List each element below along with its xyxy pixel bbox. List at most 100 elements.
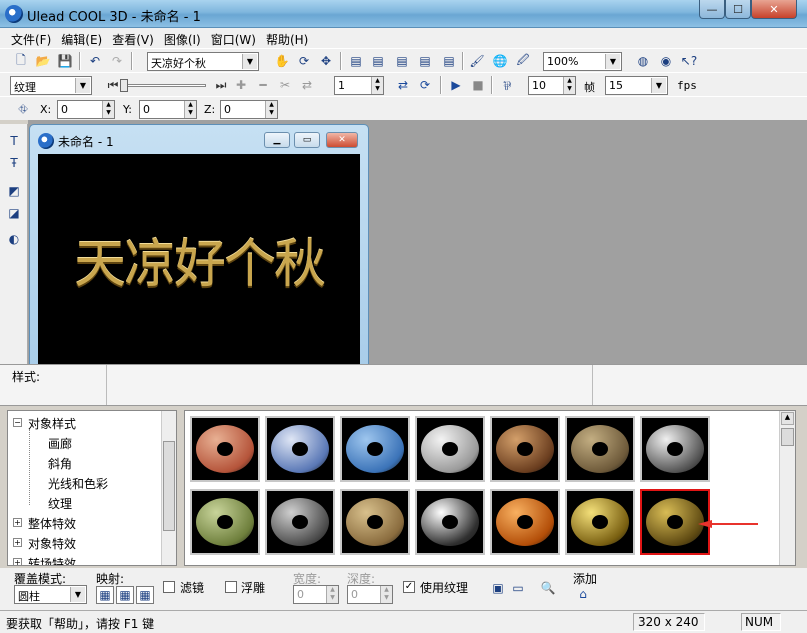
timeline-slider[interactable] xyxy=(120,79,206,93)
chevron-down-icon[interactable]: ▼ xyxy=(651,78,666,93)
insert-text-icon[interactable]: T xyxy=(5,132,23,150)
attribute-select[interactable]: 纹理 ▼ xyxy=(10,76,92,95)
help-pointer-icon[interactable]: ↖? xyxy=(680,52,698,70)
texture-thumbnail-wood-bark[interactable] xyxy=(490,416,560,482)
tree-node-texture[interactable]: 纹理 xyxy=(48,495,72,512)
gallery-scrollbar[interactable]: ▲ xyxy=(779,411,795,565)
tree-node-global-effects[interactable]: 整体特效 xyxy=(28,515,76,532)
chevron-down-icon[interactable]: ▼ xyxy=(242,54,257,69)
rotate-tool-icon[interactable]: ⟳ xyxy=(295,52,313,70)
filter-checkbox[interactable] xyxy=(163,581,175,593)
texture-thumbnail-silver[interactable] xyxy=(415,489,485,555)
align-left-icon[interactable]: ▤ xyxy=(347,52,365,70)
add-keyframe-icon[interactable]: ✚ xyxy=(232,76,250,94)
chevron-down-icon[interactable]: ▼ xyxy=(605,54,620,69)
minimize-button[interactable]: — xyxy=(699,0,725,19)
undo-icon[interactable]: ↶ xyxy=(86,52,104,70)
gallery-scrollbar-thumb[interactable] xyxy=(781,428,794,446)
texture-thumbnail-brick[interactable] xyxy=(190,416,260,482)
loop-icon[interactable]: ⇄ xyxy=(394,76,412,94)
depth-input[interactable]: 0 ▲ ▼ xyxy=(347,585,393,604)
menu-help[interactable]: 帮助(H) xyxy=(261,28,313,48)
maximize-button[interactable]: ☐ xyxy=(725,0,751,19)
texture-thumbnail-sand[interactable] xyxy=(340,489,410,555)
tree-node-transition-effects[interactable]: 转场特效 xyxy=(28,555,76,565)
menu-file[interactable]: 文件(F) xyxy=(6,28,56,48)
texture-thumbnail-gold[interactable] xyxy=(565,489,635,555)
texture-thumbnail-blue-circuit[interactable] xyxy=(265,416,335,482)
texture-thumbnail-marble[interactable] xyxy=(640,416,710,482)
last-keyframe-icon[interactable]: ⏭ xyxy=(212,76,230,94)
text-object-select[interactable]: 天凉好个秋 ▼ xyxy=(147,52,259,71)
document-window[interactable]: 未命名 - 1 ▁ ▭ ✕ 天凉好个秋 xyxy=(29,124,369,366)
ie-export-icon[interactable]: ◉ xyxy=(657,52,675,70)
position-tool-icon[interactable]: ⛗ xyxy=(14,100,32,118)
menu-edit[interactable]: 编辑(E) xyxy=(56,28,107,48)
fps-select[interactable]: 15 ▼ xyxy=(605,76,668,95)
use-texture-checkbox[interactable]: ✓ xyxy=(403,581,415,593)
texture-thumbnail-white-brick[interactable] xyxy=(415,416,485,482)
texture-thumbnail-stone[interactable] xyxy=(565,416,635,482)
align-bottom-icon[interactable]: ▤ xyxy=(440,52,458,70)
spin-arrows-icon[interactable]: ▲ ▼ xyxy=(563,77,575,94)
mapping-tile-icon[interactable]: ▦ xyxy=(96,586,114,604)
frame-step-input[interactable]: 10 ▲ ▼ xyxy=(528,76,576,95)
collapse-icon[interactable]: − xyxy=(13,418,22,427)
save-icon[interactable]: 💾 xyxy=(56,52,74,70)
emboss-checkbox[interactable] xyxy=(225,581,237,593)
texture-thumbnail-green-stone[interactable] xyxy=(190,489,260,555)
spin-arrows-icon[interactable]: ▲ ▼ xyxy=(184,101,196,118)
preview-canvas[interactable]: 天凉好个秋 xyxy=(38,154,360,365)
align-right-icon[interactable]: ▤ xyxy=(393,52,411,70)
tree-node-object-effects[interactable]: 对象特效 xyxy=(28,535,76,552)
x-input[interactable]: 0 ▲ ▼ xyxy=(57,100,115,119)
cover-mode-select[interactable]: 圆柱 ▼ xyxy=(14,585,87,604)
zoom-select[interactable]: 100% ▼ xyxy=(543,52,622,71)
remove-keyframe-icon[interactable]: ━ xyxy=(254,76,272,94)
spin-arrows-icon[interactable]: ▲ ▼ xyxy=(380,586,392,603)
expand-icon[interactable]: + xyxy=(13,538,22,547)
paint-icon[interactable]: 🖉 xyxy=(514,52,532,70)
smooth-motion-icon[interactable]: ⅌ xyxy=(498,76,516,94)
spin-arrows-icon[interactable]: ▲ ▼ xyxy=(326,586,338,603)
close-button[interactable]: ✕ xyxy=(751,0,797,19)
texture-thumbnail-copper[interactable] xyxy=(490,489,560,555)
play-icon[interactable]: ▶ xyxy=(447,76,465,94)
z-input[interactable]: 0 ▲ ▼ xyxy=(220,100,278,119)
reverse-icon[interactable]: ⇄ xyxy=(298,76,316,94)
tree-node-gallery[interactable]: 画廊 xyxy=(48,435,72,452)
split-keyframe-icon[interactable]: ✂ xyxy=(276,76,294,94)
doc-maximize-button[interactable]: ▭ xyxy=(294,132,320,148)
doc-minimize-button[interactable]: ▁ xyxy=(264,132,290,148)
tree-node-bevel[interactable]: 斜角 xyxy=(48,455,72,472)
insert-graphic-icon[interactable]: ◩ xyxy=(5,182,23,200)
spin-arrows-icon[interactable]: ▲ ▼ xyxy=(102,101,114,118)
edit-text-icon[interactable]: Ŧ xyxy=(5,154,23,172)
align-center-icon[interactable]: ▤ xyxy=(369,52,387,70)
menu-view[interactable]: 查看(V) xyxy=(107,28,159,48)
globe-icon[interactable]: 🌐 xyxy=(491,52,509,70)
mapping-center-icon[interactable]: ▦ xyxy=(136,586,154,604)
hand-tool-icon[interactable]: ✋ xyxy=(273,52,291,70)
open-folder-icon[interactable]: 📂 xyxy=(34,52,52,70)
width-input[interactable]: 0 ▲ ▼ xyxy=(293,585,339,604)
effect-icon[interactable]: ◍ xyxy=(634,52,652,70)
load-texture-icon[interactable]: ▣ xyxy=(489,579,507,597)
size-tool-icon[interactable]: ✥ xyxy=(317,52,335,70)
y-input[interactable]: 0 ▲ ▼ xyxy=(139,100,197,119)
chevron-down-icon[interactable]: ▼ xyxy=(70,587,85,602)
document-icon[interactable] xyxy=(38,133,54,149)
insert-geometry-icon[interactable]: ◐ xyxy=(5,230,23,248)
expand-icon[interactable]: + xyxy=(13,518,22,527)
texture-search-icon[interactable]: 🔍 xyxy=(539,579,557,597)
mapping-stretch-icon[interactable]: ▦ xyxy=(116,586,134,604)
app-icon[interactable] xyxy=(5,5,23,23)
canvas-3d-text[interactable]: 天凉好个秋 xyxy=(74,222,326,297)
menu-window[interactable]: 窗口(W) xyxy=(206,28,261,48)
align-top-icon[interactable]: ▤ xyxy=(416,52,434,70)
frame-number-input[interactable]: 1 ▲ ▼ xyxy=(334,76,384,95)
menu-image[interactable]: 图像(I) xyxy=(159,28,206,48)
doc-close-button[interactable]: ✕ xyxy=(326,132,358,148)
new-file-icon[interactable]: 🗋 xyxy=(12,52,30,70)
tree-scrollbar[interactable] xyxy=(161,411,176,565)
